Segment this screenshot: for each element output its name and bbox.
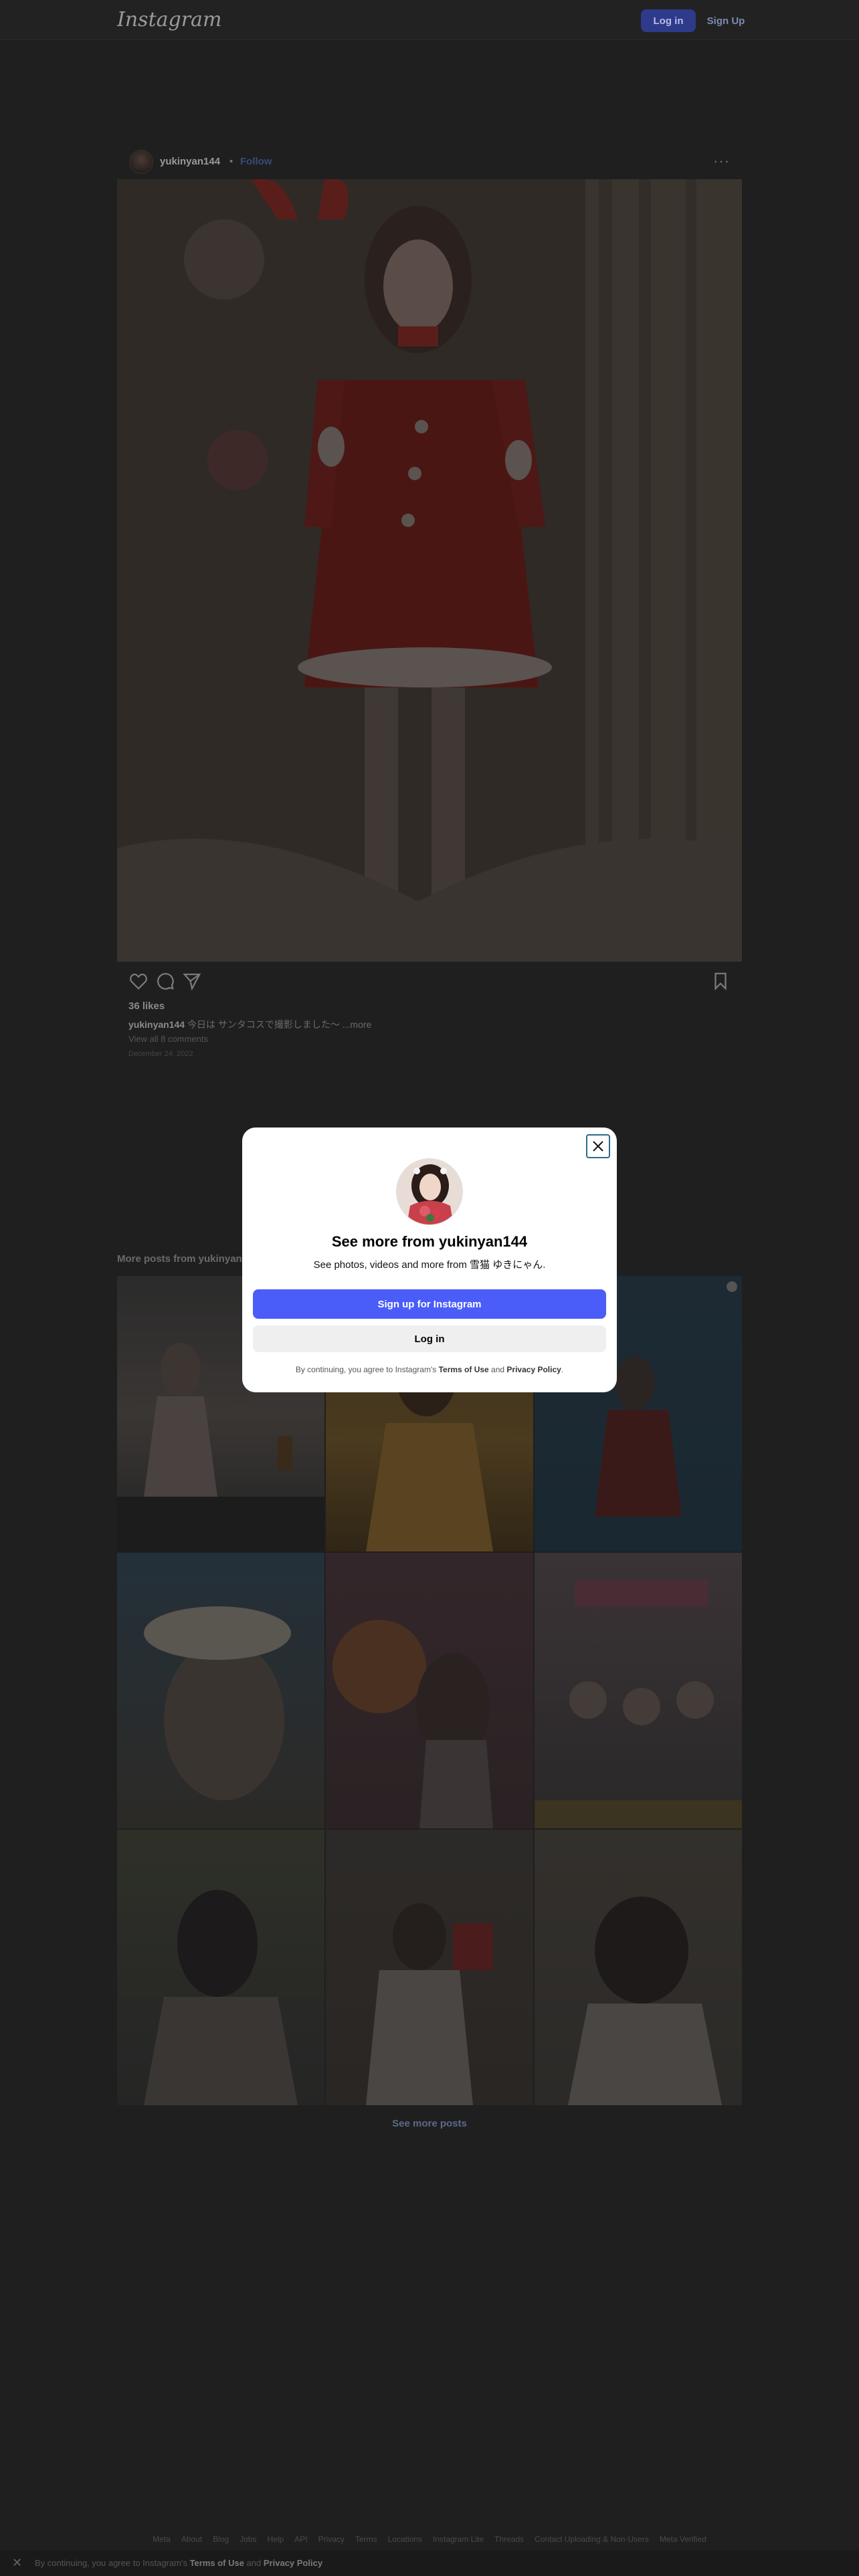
profile-avatar: [396, 1158, 463, 1225]
footer-link[interactable]: Privacy: [318, 2535, 345, 2544]
footer-link[interactable]: About: [181, 2535, 202, 2544]
legal-text: By continuing, you agree to Instagram's …: [242, 1365, 617, 1374]
nav-signup-link[interactable]: Sign Up: [702, 9, 749, 32]
footer-link[interactable]: Contact Uploading & Non-Users: [535, 2535, 649, 2544]
follow-button[interactable]: Follow: [240, 156, 272, 167]
instagram-logo[interactable]: Instagram: [117, 8, 221, 31]
cookie-terms-link[interactable]: Terms of Use: [190, 2558, 244, 2568]
grid-post-thumbnail[interactable]: [535, 1830, 742, 2105]
legal-and: and: [488, 1365, 507, 1374]
view-comments-link[interactable]: View all 8 comments: [128, 1034, 208, 1044]
close-icon[interactable]: [586, 1134, 610, 1158]
signup-button[interactable]: Sign up for Instagram: [253, 1289, 606, 1319]
cookie-prefix: By continuing, you agree to Instagram's: [35, 2558, 190, 2568]
footer-link[interactable]: Meta Verified: [660, 2535, 706, 2544]
caption-username[interactable]: yukinyan144: [128, 1019, 185, 1030]
login-button[interactable]: Log in: [253, 1325, 606, 1352]
see-more-posts-link[interactable]: See more posts: [0, 2118, 859, 2129]
more-posts-grid: [117, 1276, 742, 2109]
legal-suffix: .: [561, 1365, 564, 1374]
nav-login-button[interactable]: Log in: [641, 9, 696, 32]
footer-link[interactable]: Threads: [494, 2535, 524, 2544]
post-author-username[interactable]: yukinyan144: [160, 156, 220, 167]
more-options-icon[interactable]: ···: [713, 152, 730, 170]
cookie-banner: ✕ By continuing, you agree to Instagram'…: [0, 2551, 859, 2576]
footer-link[interactable]: API: [294, 2535, 307, 2544]
grid-post-thumbnail[interactable]: [117, 1553, 324, 1828]
footer-link[interactable]: Locations: [388, 2535, 422, 2544]
top-nav: Instagram Log in Sign Up: [0, 0, 859, 40]
comment-icon[interactable]: [155, 971, 175, 991]
separator-dot: •: [229, 156, 233, 167]
post-caption: yukinyan144 今日は サンタコスで撮影しました〜 ...more: [128, 1018, 371, 1031]
grid-post-thumbnail[interactable]: [326, 1830, 533, 2105]
more-posts-title: More posts from yukinyan144: [117, 1253, 259, 1265]
privacy-link[interactable]: Privacy Policy: [506, 1365, 561, 1374]
footer-link[interactable]: Blog: [213, 2535, 229, 2544]
post-actions: [117, 971, 742, 998]
cookie-privacy-link[interactable]: Privacy Policy: [264, 2558, 322, 2568]
share-icon[interactable]: [182, 971, 202, 991]
like-heart-icon[interactable]: [128, 971, 149, 991]
modal-title: See more from yukinyan144: [331, 1233, 528, 1250]
post-image[interactable]: [117, 179, 742, 962]
grid-post-thumbnail[interactable]: [117, 1830, 324, 2105]
footer-link[interactable]: Help: [268, 2535, 284, 2544]
cookie-and: and: [244, 2558, 264, 2568]
terms-link[interactable]: Terms of Use: [439, 1365, 489, 1374]
footer-link[interactable]: Meta: [153, 2535, 171, 2544]
footer-link[interactable]: Jobs: [240, 2535, 256, 2544]
footer-links: Meta About Blog Jobs Help API Privacy Terms Loca…: [0, 2535, 859, 2544]
footer-link[interactable]: Terms: [355, 2535, 377, 2544]
footer-link[interactable]: Instagram Lite: [433, 2535, 484, 2544]
likes-count[interactable]: 36 likes: [128, 1000, 165, 1012]
cookie-text: By continuing, you agree to Instagram's …: [35, 2558, 322, 2568]
modal-subtitle: See photos, videos and more from 雪猫 ゆきにゃ…: [313, 1259, 546, 1271]
post-date: December 24, 2022: [128, 1050, 193, 1058]
legal-prefix: By continuing, you agree to Instagram's: [295, 1365, 439, 1374]
grid-post-thumbnail[interactable]: [326, 1553, 533, 1828]
close-icon[interactable]: ✕: [12, 2556, 22, 2570]
post-author-avatar[interactable]: [129, 150, 153, 174]
grid-post-thumbnail[interactable]: [535, 1553, 742, 1828]
signup-modal: See more from yukinyan144 See photos, vi…: [242, 1128, 617, 1392]
caption-text: 今日は サンタコスで撮影しました〜 ...more: [187, 1019, 372, 1030]
save-bookmark-icon[interactable]: [710, 971, 731, 991]
post-header: yukinyan144 • Follow ···: [117, 146, 742, 179]
